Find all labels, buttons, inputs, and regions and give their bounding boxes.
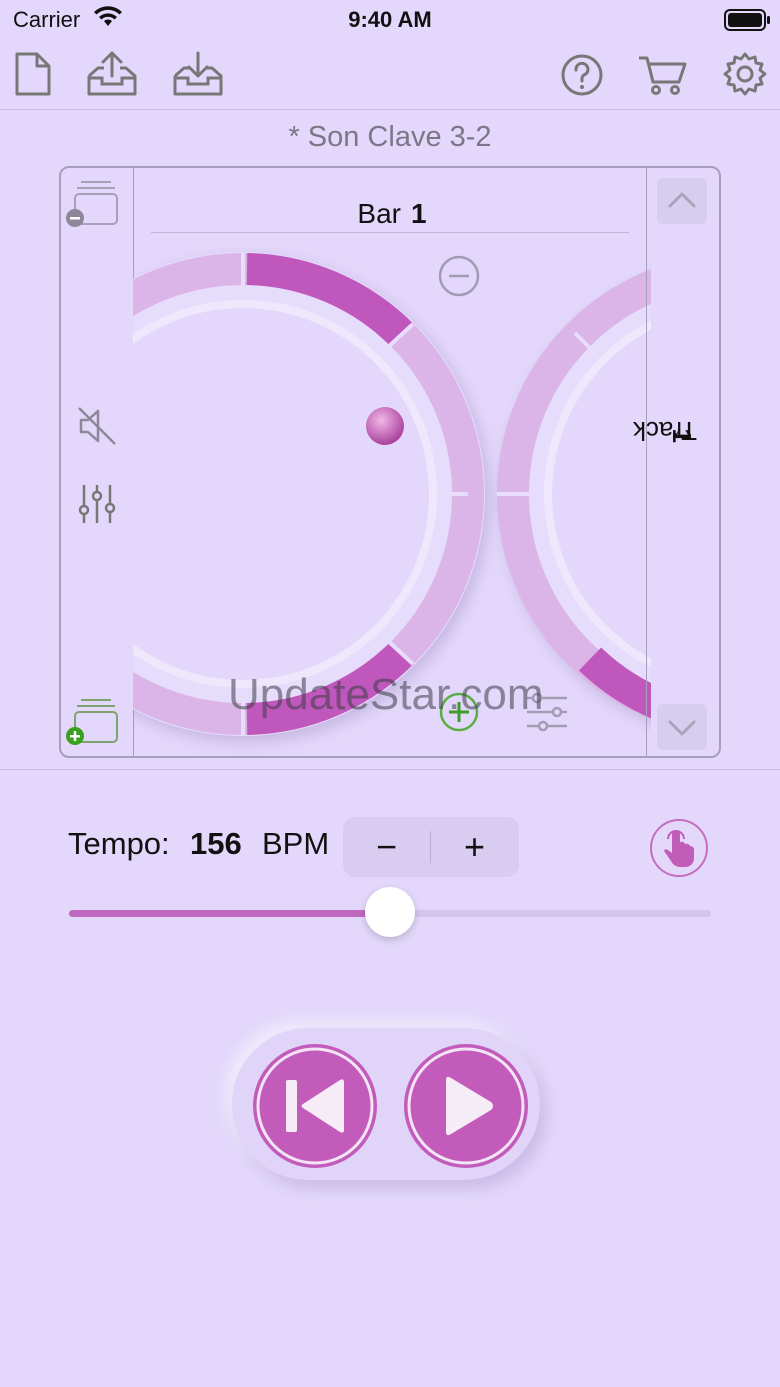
tempo-slider-thumb[interactable]	[365, 887, 415, 937]
watermark: UpdateStar.com	[228, 670, 544, 719]
play-button[interactable]	[402, 1042, 530, 1170]
track-label: Track 1	[633, 414, 701, 514]
tempo-slider-fill	[69, 910, 390, 917]
add-track-icon[interactable]	[65, 696, 121, 748]
rewind-button[interactable]	[251, 1042, 379, 1170]
import-icon[interactable]	[172, 50, 224, 98]
bar-label: Bar	[357, 198, 401, 229]
chevron-down-icon	[668, 720, 696, 736]
tempo-decrement-button[interactable]: −	[343, 817, 430, 877]
new-file-icon[interactable]	[13, 50, 53, 98]
track-label-text: Track	[632, 416, 697, 446]
status-bar: Carrier 9:40 AM	[0, 0, 780, 44]
song-title[interactable]: * Son Clave 3-2	[0, 121, 780, 154]
battery-icon	[724, 9, 770, 31]
cart-icon[interactable]	[637, 50, 689, 98]
track-down-button[interactable]	[657, 704, 707, 750]
next-bar-circle[interactable]	[497, 254, 651, 734]
bar-number: 1	[411, 198, 427, 229]
chevron-up-icon	[668, 192, 696, 208]
bar-view: Bar 1	[133, 168, 651, 756]
mixer-icon[interactable]	[75, 482, 119, 526]
track-tools-column	[61, 168, 134, 756]
track-nav-column: Track 1	[633, 168, 719, 756]
toolbar-divider	[0, 109, 780, 110]
remove-track-icon[interactable]	[65, 178, 121, 230]
export-icon[interactable]	[86, 50, 138, 98]
clock: 9:40 AM	[348, 7, 432, 32]
track-up-button[interactable]	[657, 178, 707, 224]
editor-divider	[0, 769, 780, 770]
tempo-value: 156	[190, 826, 242, 861]
settings-icon[interactable]	[721, 50, 769, 98]
tempo-label: Tempo:	[68, 826, 170, 861]
bar-title: Bar 1	[133, 198, 651, 230]
mute-icon[interactable]	[75, 404, 119, 448]
tempo-stepper: − +	[343, 817, 519, 877]
tempo-increment-button[interactable]: +	[431, 817, 518, 877]
help-icon[interactable]	[560, 50, 606, 98]
bar-circle[interactable]	[133, 252, 485, 736]
playhead-ball	[366, 407, 404, 445]
bar-title-divider	[151, 232, 629, 233]
tap-tempo-button[interactable]	[648, 817, 710, 879]
rhythm-circle-canvas[interactable]	[133, 168, 651, 756]
remove-bar-icon[interactable]	[438, 255, 480, 297]
tempo-unit: BPM	[262, 826, 330, 861]
